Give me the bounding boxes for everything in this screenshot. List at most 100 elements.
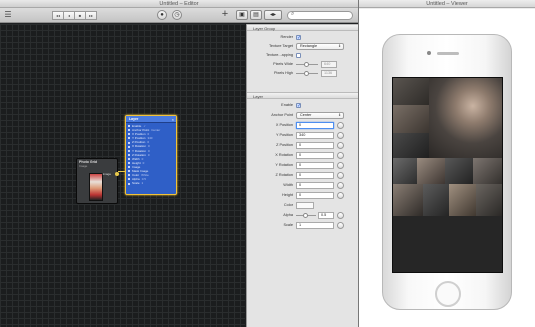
y-position-field[interactable]: 340 [296, 132, 334, 139]
pixels-wide-slider[interactable] [296, 62, 318, 67]
search-icon: ⌕ [291, 11, 295, 17]
scale-field[interactable]: 1 [296, 222, 334, 229]
navigation-arrows[interactable]: ◂▸ [264, 10, 282, 20]
x-rotation-label: X Rotation [275, 153, 293, 157]
pixels-wide-field[interactable]: 640 [321, 61, 337, 68]
width-dial[interactable] [337, 182, 344, 189]
port-dot[interactable] [128, 162, 130, 165]
port-dot[interactable] [128, 137, 130, 140]
z-position-label: Z Position [276, 143, 293, 147]
port-dot[interactable] [128, 182, 130, 185]
fast-forward-button[interactable]: ▸▸ [85, 11, 97, 20]
scale-row: Scale 1 [247, 221, 359, 230]
photo-grid-patch[interactable]: Photo Grid Image Image [76, 158, 119, 204]
photo-tile [393, 105, 429, 133]
port-dot[interactable] [128, 157, 130, 160]
port-dot[interactable] [128, 178, 130, 181]
port-dot[interactable] [128, 153, 130, 156]
anchor-point-select[interactable]: Center ⇕ [296, 112, 344, 119]
editor-titlebar: Untitled – Editor [0, 0, 358, 8]
y-rotation-field[interactable]: 0 [296, 162, 334, 169]
inspector-toggle-button[interactable]: ▤ [250, 10, 262, 20]
render-checkbox[interactable]: ✓ [296, 35, 301, 41]
layer-patch-title: Layer [126, 116, 176, 123]
viewer-window: Untitled – Viewer [358, 0, 535, 327]
port-dot[interactable] [128, 174, 130, 177]
z-rotation-row: Z Rotation 0 [247, 171, 359, 180]
phone-screen[interactable] [392, 77, 503, 273]
scale-dial[interactable] [337, 222, 344, 229]
earpiece [437, 52, 459, 55]
editor-title: Untitled – Editor [159, 1, 199, 7]
y-position-dial[interactable] [337, 132, 344, 139]
port-dot[interactable] [128, 145, 130, 148]
enable-label: Enable [281, 103, 293, 107]
x-position-field[interactable]: 0 [296, 122, 334, 129]
photo-tile [473, 158, 502, 184]
slider-thumb[interactable] [303, 213, 308, 218]
port-dot[interactable] [128, 141, 130, 144]
alpha-field[interactable]: 0.5 [318, 212, 334, 219]
height-field[interactable]: 0 [296, 192, 334, 199]
port-dot[interactable] [128, 149, 130, 152]
patch-graph-canvas[interactable] [0, 24, 245, 327]
port-dot[interactable] [128, 166, 130, 169]
enable-checkbox[interactable]: ✓ [296, 103, 301, 109]
alpha-slider[interactable] [296, 213, 316, 218]
x-position-dial[interactable] [337, 122, 344, 129]
width-field[interactable]: 0 [296, 182, 334, 189]
alpha-dial[interactable] [337, 212, 344, 219]
height-row: Height 0 [247, 191, 359, 200]
texture-target-select[interactable]: Rectangle ⇕ [296, 43, 344, 50]
chevron-down-icon: ⇕ [338, 44, 341, 48]
texture-mapping-label: Texture...apping [265, 53, 293, 57]
port-dot[interactable] [128, 170, 130, 173]
texture-mapping-checkbox[interactable] [296, 53, 301, 58]
patch-library-icon[interactable]: ☰ [3, 10, 13, 20]
search-input[interactable]: ⌕ [287, 11, 353, 20]
color-row: Color [247, 201, 359, 210]
photo-tile [476, 184, 502, 216]
record-button[interactable]: ● [157, 10, 167, 20]
pixels-high-slider[interactable] [296, 71, 318, 76]
height-dial[interactable] [337, 192, 344, 199]
port-dot[interactable] [128, 129, 130, 132]
photo-tile [393, 133, 429, 158]
layer-group-section: Layer Group [247, 24, 359, 31]
port-value: 0 [147, 152, 150, 157]
slider-thumb[interactable] [304, 62, 309, 67]
editor-toolbar: ☰ ◂◂ ◂ ■ ▸▸ ● ◷ + ▣ ▤ ◂▸ ⌕ [0, 8, 358, 23]
width-row: Width 0 [247, 181, 359, 190]
z-position-field[interactable]: 0 [296, 142, 334, 149]
z-rotation-field[interactable]: 0 [296, 172, 334, 179]
y-rotation-dial[interactable] [337, 162, 344, 169]
image-output-label: Image [102, 172, 111, 176]
layer-port-scale[interactable]: Scale 1 [128, 181, 176, 185]
pixels-high-label: Pixels High [274, 71, 293, 75]
gauge-icon[interactable]: ◷ [172, 10, 182, 20]
image-output-port[interactable] [115, 172, 119, 176]
viewer-title: Untitled – Viewer [426, 1, 468, 7]
alpha-row: Alpha 0.5 [247, 211, 359, 220]
layer-group-title: Layer Group [247, 24, 359, 31]
port-dot[interactable] [128, 125, 130, 128]
layer-patch[interactable]: Layer × Enable ✓ Anchor Point Center X Posit… [125, 115, 177, 195]
close-icon[interactable]: × [172, 117, 174, 122]
home-button[interactable] [435, 281, 461, 307]
viewer-titlebar: Untitled – Viewer [359, 0, 535, 8]
z-position-dial[interactable] [337, 142, 344, 149]
slider-thumb[interactable] [304, 71, 309, 76]
photo-grid-preview [393, 78, 502, 216]
pixels-wide-row: Pixels Wide 640 [247, 60, 359, 69]
port-dot[interactable] [128, 133, 130, 136]
color-swatch[interactable] [296, 202, 314, 209]
y-position-row: Y Position 340 [247, 131, 359, 140]
x-rotation-field[interactable]: 0 [296, 152, 334, 159]
pixels-high-field[interactable]: 1136 [321, 70, 337, 77]
x-rotation-dial[interactable] [337, 152, 344, 159]
z-rotation-dial[interactable] [337, 172, 344, 179]
layer-port-list: Enable ✓ Anchor Point Center X Position 0 Y Po… [126, 123, 176, 185]
camera-icon [427, 51, 431, 55]
add-patch-button[interactable]: + [220, 9, 230, 20]
viewer-toggle-button[interactable]: ▣ [236, 10, 248, 20]
